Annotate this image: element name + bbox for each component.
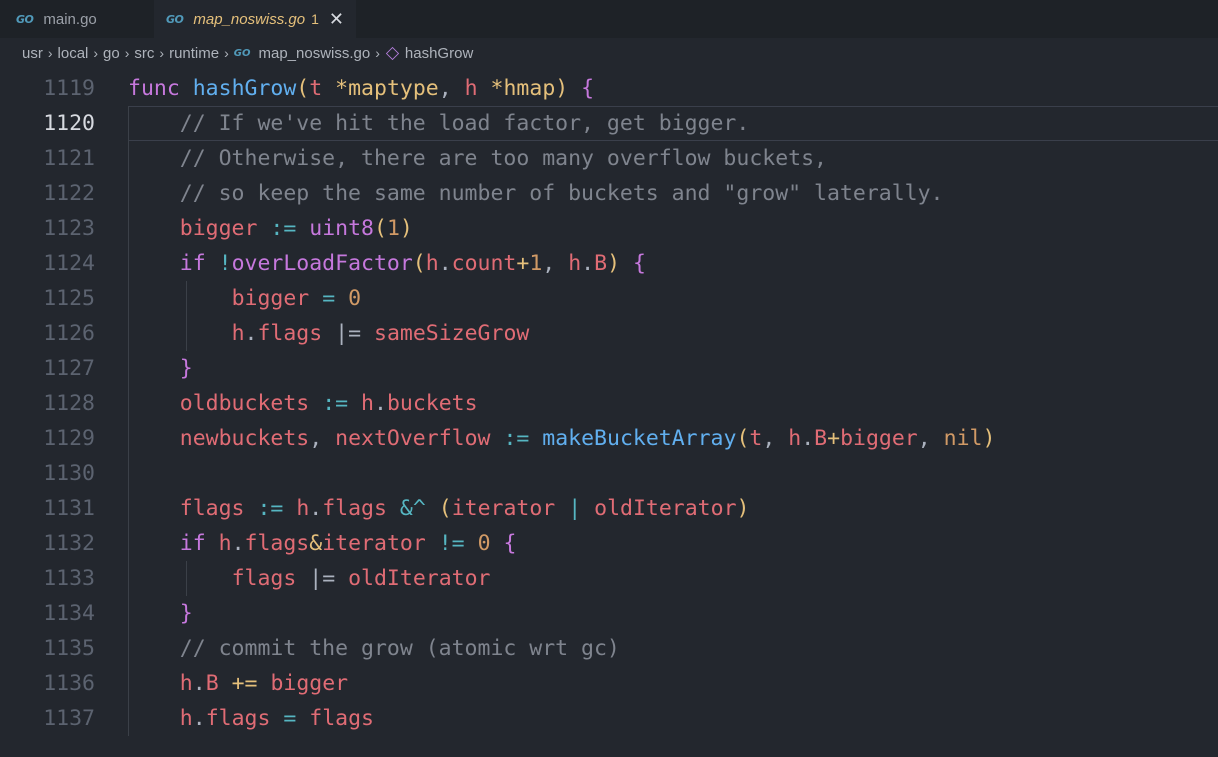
code-text: flags |= oldIterator xyxy=(231,566,491,591)
line-number[interactable]: 1127 xyxy=(0,351,95,386)
problems-count-badge: 1 xyxy=(311,11,319,27)
code-line[interactable]: 1126 h.flags |= sameSizeGrow xyxy=(0,316,1218,351)
code-line[interactable]: 1129 newbuckets, nextOverflow := makeBuc… xyxy=(0,421,1218,456)
chevron-right-icon: › xyxy=(224,45,229,61)
code-line[interactable]: 1137 h.flags = flags xyxy=(0,701,1218,736)
line-number[interactable]: 1118 xyxy=(0,62,95,71)
chevron-right-icon: › xyxy=(93,45,99,61)
tab-label: map_noswiss.go xyxy=(193,10,306,28)
code-text: h.B += bigger xyxy=(179,671,349,696)
code-line[interactable]: 1124 if !overLoadFactor(h.count+1, h.B) … xyxy=(0,246,1218,281)
code-line[interactable]: 1118 xyxy=(0,62,1218,71)
tab-main-go[interactable]: GO main.go xyxy=(16,0,97,38)
code-text: flags := h.flags &^ (iterator | oldItera… xyxy=(179,496,750,521)
tab-bar: GO main.go GO map_noswiss.go 1 ✕ xyxy=(0,0,1218,38)
code-line[interactable]: 1125 bigger = 0 xyxy=(0,281,1218,316)
line-number[interactable]: 1134 xyxy=(0,596,95,631)
code-line[interactable]: 1119 func hashGrow(t *maptype, h *hmap) { xyxy=(0,71,1218,106)
code-line[interactable]: 1123 bigger := uint8(1) xyxy=(0,211,1218,246)
code-text: newbuckets, nextOverflow := makeBucketAr… xyxy=(179,426,996,451)
code-text: bigger := uint8(1) xyxy=(179,216,413,241)
line-number[interactable]: 1129 xyxy=(0,421,95,456)
code-line[interactable]: 1133 flags |= oldIterator xyxy=(0,561,1218,596)
code-line[interactable]: 1127 } xyxy=(0,351,1218,386)
line-number[interactable]: 1131 xyxy=(0,491,95,526)
chevron-right-icon: › xyxy=(159,45,165,61)
code-text: } xyxy=(179,356,193,381)
line-number[interactable]: 1126 xyxy=(0,316,95,351)
indent-guide xyxy=(128,106,129,736)
line-number[interactable]: 1136 xyxy=(0,666,95,701)
code-text: bigger = 0 xyxy=(231,286,362,311)
code-line[interactable]: 1134 } xyxy=(0,596,1218,631)
code-line[interactable]: 1121 // Otherwise, there are too many ov… xyxy=(0,141,1218,176)
code-text: } xyxy=(179,601,193,626)
code-text: if h.flags&iterator != 0 { xyxy=(179,531,517,556)
line-number[interactable]: 1137 xyxy=(0,701,95,736)
code-text: oldbuckets := h.buckets xyxy=(179,391,478,416)
breadcrumb-item-runtime[interactable]: runtime xyxy=(169,45,219,62)
indent-guide xyxy=(186,561,187,596)
indent-guide xyxy=(186,281,187,351)
code-text: if !overLoadFactor(h.count+1, h.B) { xyxy=(179,251,646,276)
code-text: func hashGrow(t *maptype, h *hmap) { xyxy=(128,76,595,101)
breadcrumb-item-go[interactable]: go xyxy=(103,45,120,62)
code-text: // Otherwise, there are too many overflo… xyxy=(179,146,827,171)
tab-label: main.go xyxy=(43,10,97,28)
code-text: // so keep the same number of buckets an… xyxy=(179,181,944,206)
code-line[interactable]: 1130 xyxy=(0,456,1218,491)
go-file-icon: GO xyxy=(233,47,251,59)
line-number[interactable]: 1132 xyxy=(0,526,95,561)
code-line[interactable]: 1131 flags := h.flags &^ (iterator | old… xyxy=(0,491,1218,526)
breadcrumb-item-file[interactable]: map_noswiss.go xyxy=(259,45,371,62)
chevron-right-icon: › xyxy=(47,45,53,61)
code-line[interactable]: 1132 if h.flags&iterator != 0 { xyxy=(0,526,1218,561)
line-number[interactable]: 1123 xyxy=(0,211,95,246)
code-text: h.flags |= sameSizeGrow xyxy=(231,321,530,346)
line-number[interactable]: 1128 xyxy=(0,386,95,421)
line-number[interactable]: 1124 xyxy=(0,246,95,281)
close-icon[interactable]: ✕ xyxy=(329,10,344,28)
code-line[interactable]: 1128 oldbuckets := h.buckets xyxy=(0,386,1218,421)
line-number[interactable]: 1133 xyxy=(0,561,95,596)
code-line[interactable]: 1122 // so keep the same number of bucke… xyxy=(0,176,1218,211)
editor-window: GO main.go GO map_noswiss.go 1 ✕ usr › l… xyxy=(0,0,1218,757)
breadcrumb-item-usr[interactable]: usr xyxy=(22,45,43,62)
code-text: h.flags = flags xyxy=(179,706,375,731)
line-number[interactable]: 1122 xyxy=(0,176,95,211)
line-number[interactable]: 1135 xyxy=(0,631,95,666)
symbol-method-icon xyxy=(385,46,400,60)
tab-map-noswiss-go[interactable]: GO map_noswiss.go 1 ✕ xyxy=(154,0,356,38)
line-number[interactable]: 1130 xyxy=(0,456,95,491)
code-line[interactable]: 1135 // commit the grow (atomic wrt gc) xyxy=(0,631,1218,666)
line-number[interactable]: 1125 xyxy=(0,281,95,316)
code-text: // If we've hit the load factor, get big… xyxy=(179,111,750,136)
code-line[interactable]: 1136 h.B += bigger xyxy=(0,666,1218,701)
line-number[interactable]: 1121 xyxy=(0,141,95,176)
code-line[interactable]: 1120 // If we've hit the load factor, ge… xyxy=(0,106,1218,141)
go-file-icon: GO xyxy=(166,12,184,26)
line-number[interactable]: 1119 xyxy=(0,71,95,106)
code-text: // commit the grow (atomic wrt gc) xyxy=(179,636,620,661)
chevron-right-icon: › xyxy=(124,45,130,61)
breadcrumb-item-symbol[interactable]: hashGrow xyxy=(405,45,473,62)
chevron-right-icon: › xyxy=(375,45,380,61)
go-file-icon: GO xyxy=(16,12,34,26)
breadcrumb-item-src[interactable]: src xyxy=(134,45,154,62)
code-editor[interactable]: 11181119 func hashGrow(t *maptype, h *hma… xyxy=(0,62,1218,757)
breadcrumb-item-local[interactable]: local xyxy=(58,45,89,62)
line-number[interactable]: 1120 xyxy=(0,106,95,141)
